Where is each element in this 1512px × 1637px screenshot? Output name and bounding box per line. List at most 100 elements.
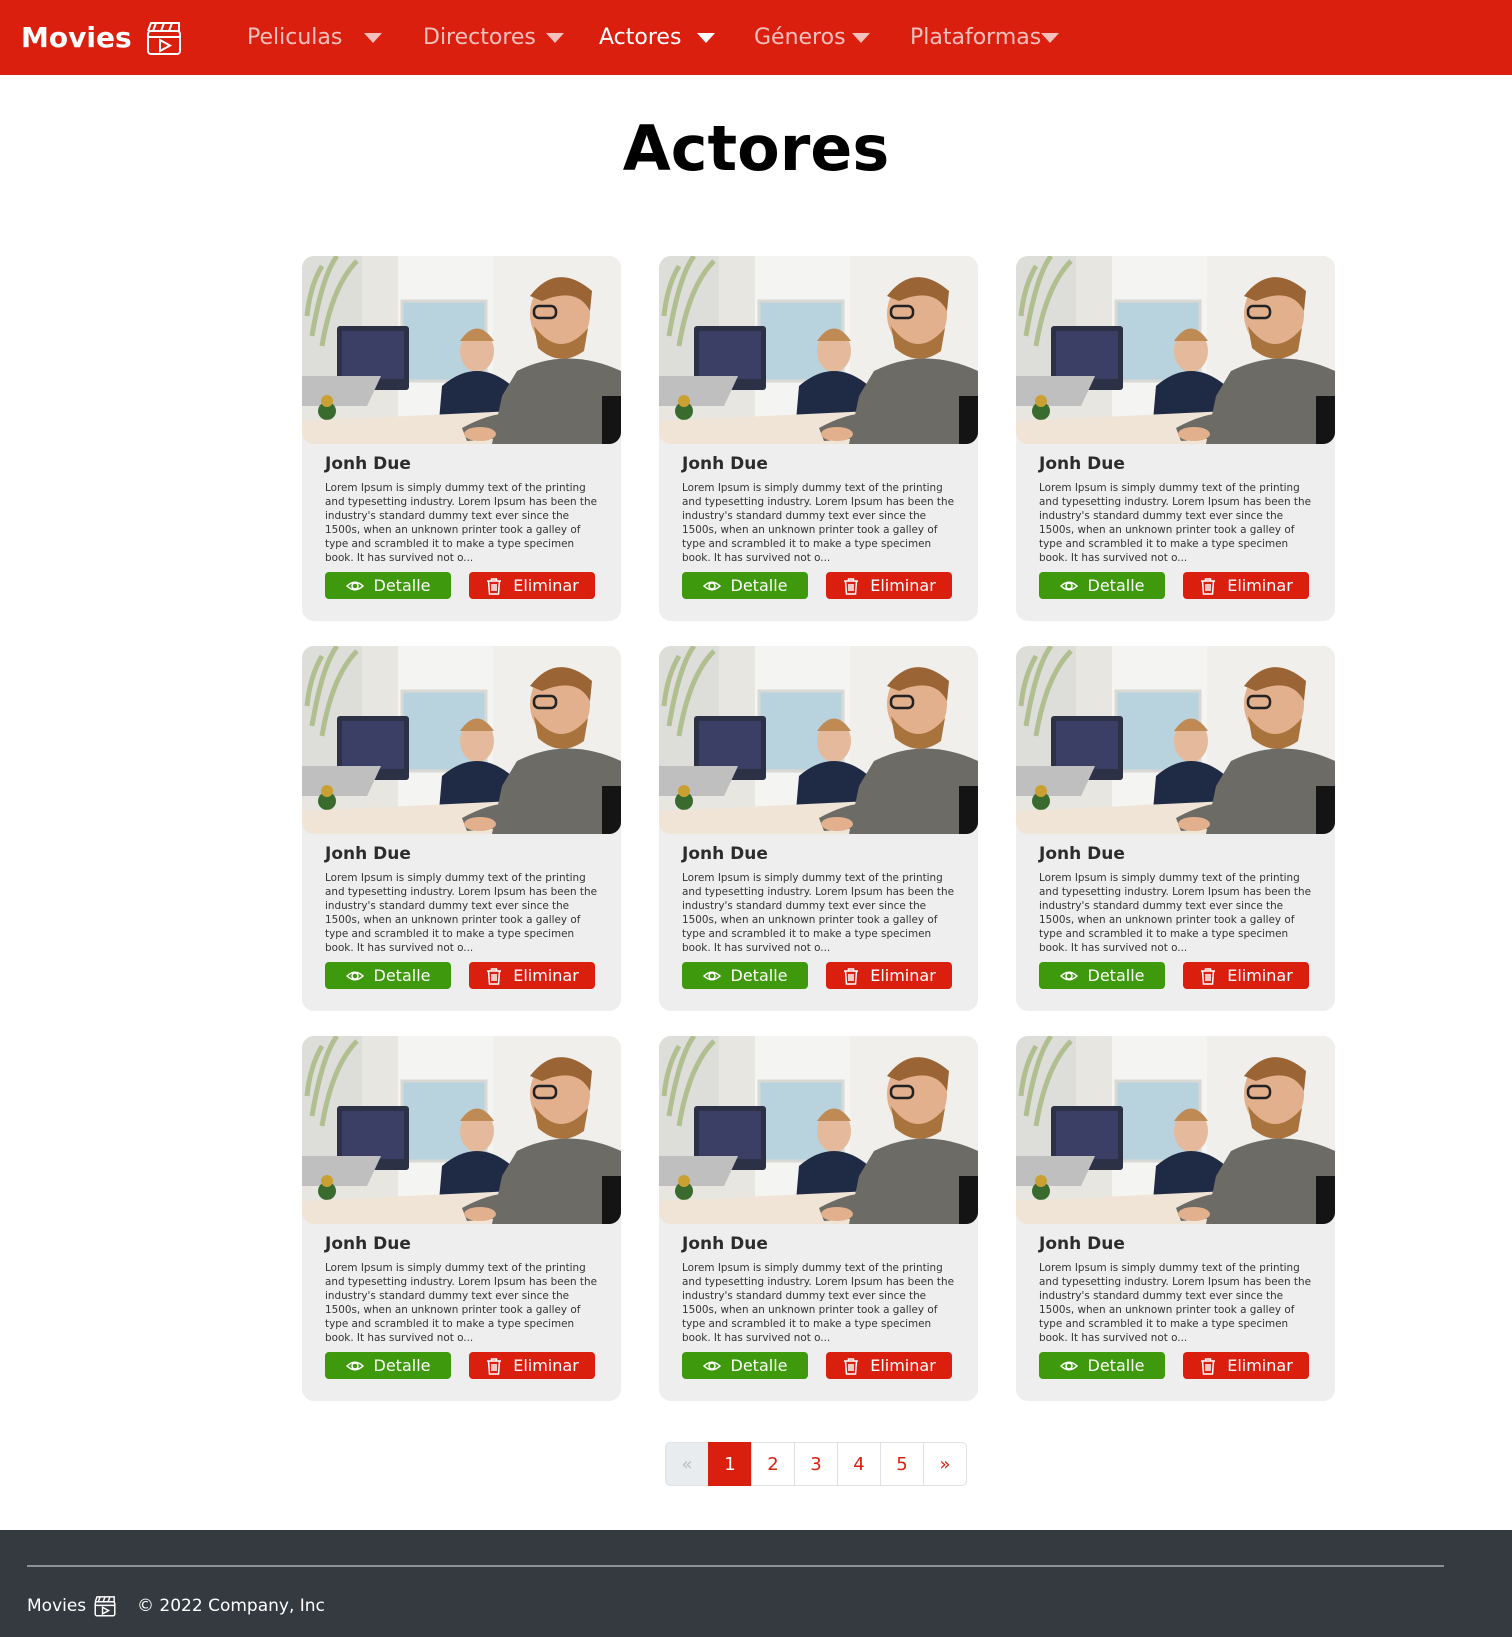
page-link-1[interactable]: 1: [708, 1442, 752, 1486]
delete-button[interactable]: Eliminar: [469, 1352, 595, 1379]
detail-button[interactable]: Detalle: [325, 572, 451, 599]
detail-label: Detalle: [1087, 966, 1145, 985]
detail-button[interactable]: Detalle: [682, 962, 808, 989]
eye-icon: [702, 581, 721, 590]
trash-icon: [1201, 577, 1216, 595]
trash-icon: [487, 577, 502, 595]
nav-item-actores[interactable]: Actores: [599, 0, 716, 75]
trash-icon: [844, 577, 859, 595]
trash-icon: [1201, 1357, 1216, 1375]
nav-item-plataformas[interactable]: Plataformas: [910, 0, 1060, 75]
eye-icon: [1059, 971, 1078, 980]
trash-icon: [487, 967, 502, 985]
actor-description: Lorem Ipsum is simply dummy text of the …: [1039, 1262, 1311, 1344]
delete-label: Eliminar: [1227, 576, 1293, 595]
actor-name: Jonh Due: [1039, 454, 1125, 474]
footer-brand-link[interactable]: Movies: [27, 1595, 116, 1617]
page-link-2[interactable]: 2: [751, 1442, 795, 1486]
detail-label: Detalle: [730, 1356, 788, 1375]
actor-description: Lorem Ipsum is simply dummy text of the …: [325, 872, 597, 954]
detail-label: Detalle: [373, 966, 431, 985]
delete-label: Eliminar: [870, 1356, 936, 1375]
detail-button[interactable]: Detalle: [682, 1352, 808, 1379]
trash-icon: [844, 967, 859, 985]
actor-name: Jonh Due: [682, 844, 768, 864]
actor-card: Jonh Due Lorem Ipsum is simply dummy tex…: [302, 256, 621, 621]
actor-description: Lorem Ipsum is simply dummy text of the …: [1039, 872, 1311, 954]
caret-down-icon: [364, 32, 383, 43]
delete-button[interactable]: Eliminar: [826, 962, 952, 989]
eye-icon: [1059, 1361, 1078, 1370]
delete-button[interactable]: Eliminar: [826, 572, 952, 599]
actor-card: Jonh Due Lorem Ipsum is simply dummy tex…: [1016, 1036, 1335, 1401]
actor-name: Jonh Due: [682, 454, 768, 474]
footer: Movies © 2022 Company, Inc: [0, 1530, 1512, 1637]
delete-button[interactable]: Eliminar: [1183, 572, 1309, 599]
detail-button[interactable]: Detalle: [1039, 1352, 1165, 1379]
nav-label: Actores: [599, 25, 682, 50]
actor-photo: [1016, 1036, 1335, 1224]
footer-divider: [27, 1565, 1444, 1567]
brand-link[interactable]: Movies: [21, 0, 182, 75]
brand-label: Movies: [21, 21, 132, 54]
page-title: Actores: [622, 112, 890, 185]
nav-label: Géneros: [754, 25, 846, 50]
nav-item-generos[interactable]: Géneros: [754, 0, 870, 75]
actor-photo: [302, 1036, 621, 1224]
actor-description: Lorem Ipsum is simply dummy text of the …: [325, 1262, 597, 1344]
caret-down-icon: [697, 32, 716, 43]
eye-icon: [702, 971, 721, 980]
actor-name: Jonh Due: [1039, 1234, 1125, 1254]
actor-photo: [659, 646, 978, 834]
actor-card: Jonh Due Lorem Ipsum is simply dummy tex…: [659, 646, 978, 1011]
nav-item-directores[interactable]: Directores: [423, 0, 564, 75]
nav-item-peliculas[interactable]: Peliculas: [247, 0, 383, 75]
detail-button[interactable]: Detalle: [1039, 572, 1165, 599]
pagination: « 1 2 3 4 5 »: [665, 1442, 967, 1486]
actor-photo: [302, 256, 621, 444]
navbar: Movies Peliculas Directores Actores Géne…: [0, 0, 1512, 75]
eye-icon: [345, 1361, 364, 1370]
actor-name: Jonh Due: [325, 844, 411, 864]
actor-name: Jonh Due: [325, 1234, 411, 1254]
actor-name: Jonh Due: [1039, 844, 1125, 864]
nav-label: Directores: [423, 25, 536, 50]
detail-label: Detalle: [730, 966, 788, 985]
delete-label: Eliminar: [513, 1356, 579, 1375]
actor-description: Lorem Ipsum is simply dummy text of the …: [325, 482, 597, 564]
detail-button[interactable]: Detalle: [682, 572, 808, 599]
actor-photo: [1016, 646, 1335, 834]
delete-button[interactable]: Eliminar: [469, 572, 595, 599]
actor-card: Jonh Due Lorem Ipsum is simply dummy tex…: [302, 646, 621, 1011]
actor-description: Lorem Ipsum is simply dummy text of the …: [1039, 482, 1311, 564]
actor-card: Jonh Due Lorem Ipsum is simply dummy tex…: [1016, 256, 1335, 621]
page-link-5[interactable]: 5: [880, 1442, 924, 1486]
detail-button[interactable]: Detalle: [325, 962, 451, 989]
delete-button[interactable]: Eliminar: [826, 1352, 952, 1379]
delete-label: Eliminar: [513, 576, 579, 595]
page-next[interactable]: »: [923, 1442, 967, 1486]
delete-button[interactable]: Eliminar: [1183, 1352, 1309, 1379]
clapperboard-icon: [94, 1596, 116, 1617]
clapperboard-icon: [146, 21, 181, 55]
detail-button[interactable]: Detalle: [325, 1352, 451, 1379]
delete-label: Eliminar: [870, 966, 936, 985]
actor-grid: Jonh Due Lorem Ipsum is simply dummy tex…: [302, 256, 1336, 1401]
page-link-4[interactable]: 4: [837, 1442, 881, 1486]
nav-label: Peliculas: [247, 25, 343, 50]
caret-down-icon: [1041, 32, 1060, 43]
actor-photo: [659, 256, 978, 444]
actor-card: Jonh Due Lorem Ipsum is simply dummy tex…: [302, 1036, 621, 1401]
delete-label: Eliminar: [513, 966, 579, 985]
delete-button[interactable]: Eliminar: [1183, 962, 1309, 989]
detail-label: Detalle: [1087, 1356, 1145, 1375]
detail-label: Detalle: [730, 576, 788, 595]
delete-button[interactable]: Eliminar: [469, 962, 595, 989]
detail-button[interactable]: Detalle: [1039, 962, 1165, 989]
actor-card: Jonh Due Lorem Ipsum is simply dummy tex…: [659, 1036, 978, 1401]
eye-icon: [345, 581, 364, 590]
actor-photo: [1016, 256, 1335, 444]
page-prev[interactable]: «: [665, 1442, 709, 1486]
caret-down-icon: [851, 32, 870, 43]
page-link-3[interactable]: 3: [794, 1442, 838, 1486]
